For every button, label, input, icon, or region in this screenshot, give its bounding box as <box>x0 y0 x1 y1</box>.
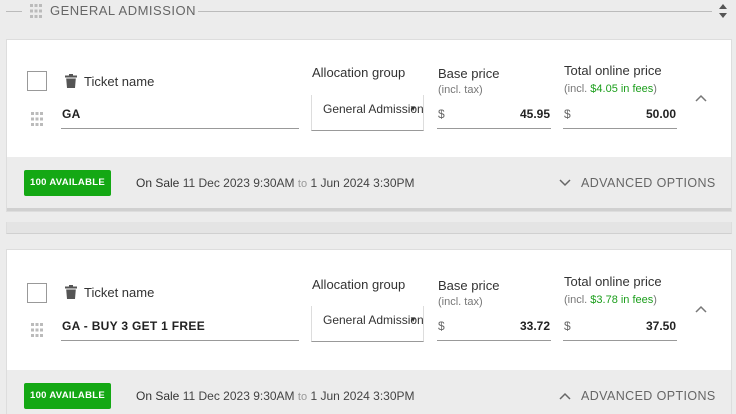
trash-icon[interactable] <box>65 74 77 88</box>
base-price-value: 45.95 <box>519 107 550 121</box>
ticket-name-input[interactable]: GA - BUY 3 GET 1 FREE <box>61 319 299 341</box>
ticket-name-label: Ticket name <box>84 285 155 300</box>
base-price-input[interactable]: $ 33.72 <box>437 319 551 341</box>
base-price-label: Base price <box>438 278 500 293</box>
ticket-card: Ticket name GA - BUY 3 GET 1 FREE Alloca… <box>6 249 732 414</box>
dropdown-caret-icon: ▼ <box>409 315 417 324</box>
sale-end: 1 Jun 2024 3:30PM <box>310 389 415 403</box>
base-price-value: 33.72 <box>519 319 550 333</box>
base-price-sublabel: (incl. tax) <box>438 84 483 96</box>
ticket-select-checkbox[interactable] <box>27 71 47 91</box>
total-price-value: 37.50 <box>645 319 676 333</box>
chevron-up-icon[interactable] <box>695 94 707 102</box>
ticket-footer: 100 AVAILABLE On Sale 11 Dec 2023 9:30AM… <box>7 157 731 209</box>
section-title: GENERAL ADMISSION <box>50 3 196 18</box>
total-price-field: $ 37.50 <box>563 319 677 341</box>
advanced-options-label: ADVANCED OPTIONS <box>581 389 716 403</box>
on-sale-label: On Sale <box>136 176 180 190</box>
section-drag-handle-icon[interactable] <box>30 4 42 18</box>
total-price-sublabel: (incl. $4.05 in fees) <box>564 83 657 95</box>
collapsed-card-edge <box>6 222 732 234</box>
sale-end: 1 Jun 2024 3:30PM <box>310 176 415 190</box>
availability-badge: 100 AVAILABLE <box>24 170 111 196</box>
base-price-input[interactable]: $ 45.95 <box>437 107 551 129</box>
advanced-options-label: ADVANCED OPTIONS <box>581 176 716 190</box>
row-drag-handle-icon[interactable] <box>31 112 43 126</box>
total-price-label: Total online price <box>564 63 662 78</box>
ticket-name-label: Ticket name <box>84 74 155 89</box>
ticket-footer: 100 AVAILABLE On Sale 11 Dec 2023 9:30AM… <box>7 370 731 414</box>
total-sub-prefix: (incl. <box>564 83 591 95</box>
allocation-group-label: Allocation group <box>312 277 406 292</box>
allocation-group-select[interactable]: General Admission ▼ <box>311 95 424 131</box>
total-price-value: 50.00 <box>645 107 676 121</box>
ticket-select-checkbox[interactable] <box>27 283 47 303</box>
total-sub-suffix: ) <box>653 294 657 306</box>
chevron-down-icon <box>559 179 571 187</box>
total-fee: $3.78 in fees <box>590 294 654 306</box>
availability-badge: 100 AVAILABLE <box>24 383 111 409</box>
total-price-label: Total online price <box>564 274 662 289</box>
ticket-card: Ticket name GA Allocation group General … <box>6 39 732 212</box>
total-sub-suffix: ) <box>653 83 657 95</box>
sale-period: On Sale 11 Dec 2023 9:30AM to 1 Jun 2024… <box>136 389 415 403</box>
total-price-currency: $ <box>564 319 571 333</box>
base-price-label: Base price <box>438 66 500 81</box>
chevron-up-icon <box>559 392 571 400</box>
card-bottom-border <box>7 208 731 211</box>
section-divider-right <box>198 11 712 12</box>
allocation-group-select[interactable]: General Admission ▼ <box>311 306 424 342</box>
trash-icon[interactable] <box>65 285 77 299</box>
sale-period: On Sale 11 Dec 2023 9:30AM to 1 Jun 2024… <box>136 176 415 190</box>
section-header: GENERAL ADMISSION <box>0 0 736 24</box>
section-divider-left <box>6 11 22 12</box>
row-drag-handle-icon[interactable] <box>31 323 43 337</box>
total-price-sublabel: (incl. $3.78 in fees) <box>564 294 657 306</box>
on-sale-label: On Sale <box>136 389 180 403</box>
total-sub-prefix: (incl. <box>564 294 591 306</box>
dropdown-caret-icon: ▼ <box>409 104 417 113</box>
total-price-field: $ 50.00 <box>563 107 677 129</box>
sale-to: to <box>297 178 308 190</box>
base-price-currency: $ <box>438 319 445 333</box>
allocation-group-label: Allocation group <box>312 65 406 80</box>
sale-start: 11 Dec 2023 9:30AM <box>182 176 295 190</box>
base-price-sublabel: (incl. tax) <box>438 296 483 308</box>
sort-icon[interactable] <box>718 3 728 19</box>
sale-to: to <box>297 391 308 403</box>
total-price-currency: $ <box>564 107 571 121</box>
ticket-name-input[interactable]: GA <box>61 107 299 129</box>
total-fee: $4.05 in fees <box>590 83 654 95</box>
chevron-up-icon[interactable] <box>695 305 707 313</box>
sale-start: 11 Dec 2023 9:30AM <box>182 389 295 403</box>
base-price-currency: $ <box>438 107 445 121</box>
